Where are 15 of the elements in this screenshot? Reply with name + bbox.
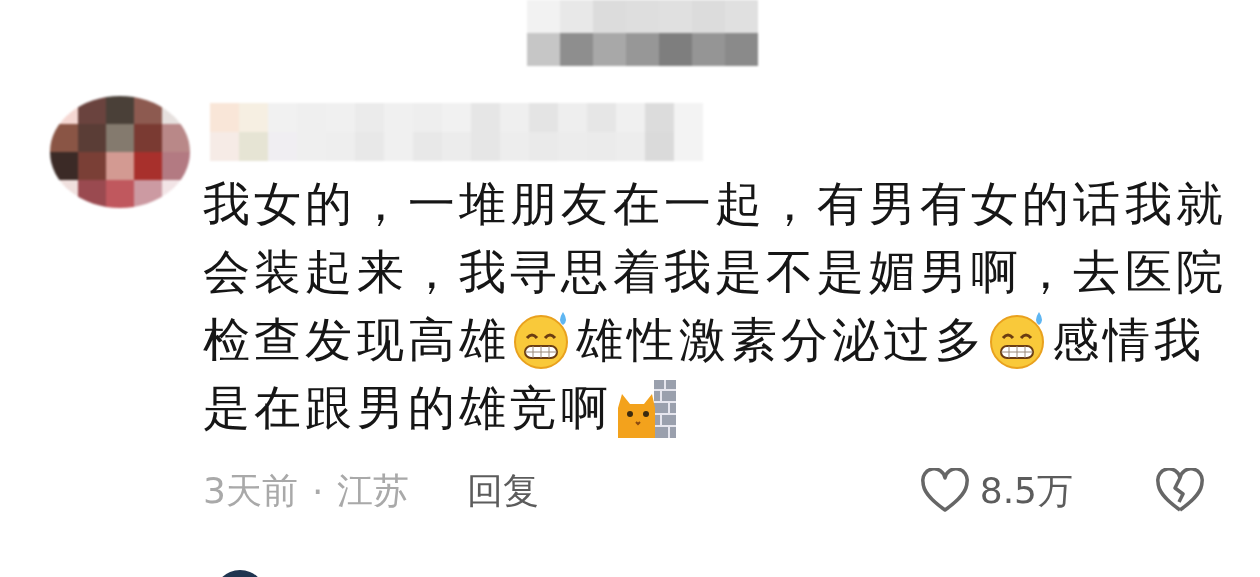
comment-text: 感情我 xyxy=(1051,311,1206,369)
comment-time: 3天前 xyxy=(203,468,298,513)
comment-text: 是在跟男的雄竞啊 xyxy=(203,379,613,437)
comment-text: 雄性激素分泌过多 xyxy=(576,311,986,369)
heart-icon xyxy=(919,468,970,514)
broken-heart-icon xyxy=(1155,468,1205,514)
comment-text: 我女的，一堆朋友在一起，有男有女的话我就 xyxy=(203,175,1227,233)
comment-location: 江苏 xyxy=(337,468,410,513)
like-count: 8.5万 xyxy=(979,468,1073,513)
separator-dot: · xyxy=(311,470,324,512)
comment-text: 检查发现高雄 xyxy=(203,311,511,369)
reply-button[interactable]: 回复 xyxy=(467,466,540,516)
dislike-button[interactable] xyxy=(1155,468,1205,514)
like-button[interactable]: 8.5万 xyxy=(919,466,1073,516)
comment-text: 会装起来，我寻思着我是不是媚男啊，去医院 xyxy=(203,243,1227,301)
